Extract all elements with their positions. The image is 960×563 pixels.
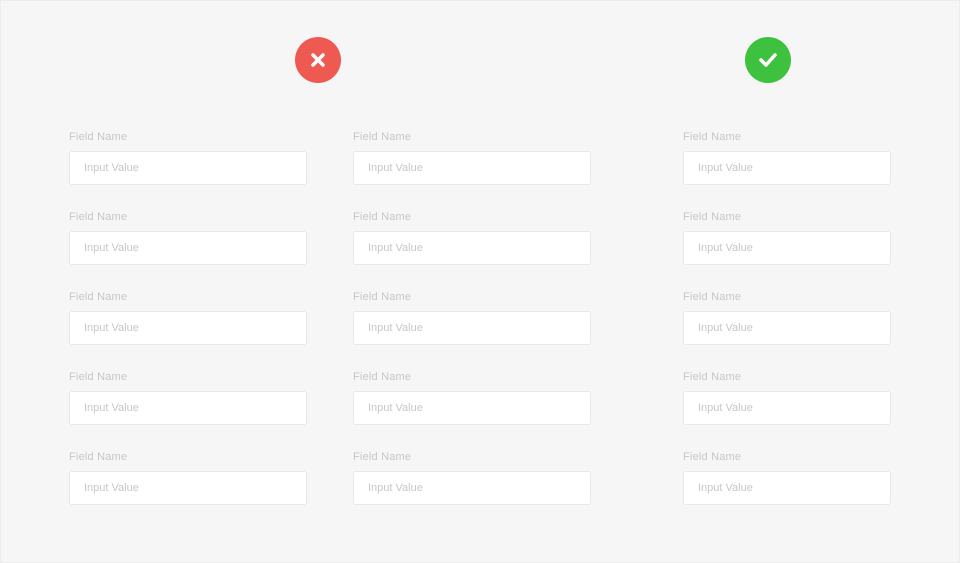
form-field: Field Name <box>683 451 891 505</box>
field-label: Field Name <box>683 211 891 223</box>
badge-slot-left <box>73 37 563 83</box>
form-field: Field Name <box>353 451 591 505</box>
field-input[interactable] <box>683 311 891 345</box>
field-label: Field Name <box>353 131 591 143</box>
form-field: Field Name <box>683 211 891 265</box>
badge-row <box>69 37 891 83</box>
field-label: Field Name <box>69 371 307 383</box>
field-label: Field Name <box>683 371 891 383</box>
column-2: Field Name Field Name Field Name Field N… <box>353 131 591 505</box>
form-field: Field Name <box>353 131 591 185</box>
field-input[interactable] <box>353 231 591 265</box>
form-field: Field Name <box>69 371 307 425</box>
form-field: Field Name <box>353 371 591 425</box>
field-label: Field Name <box>683 291 891 303</box>
column-3: Field Name Field Name Field Name Field N… <box>683 131 891 505</box>
bad-example-group: Field Name Field Name Field Name Field N… <box>69 131 591 505</box>
field-input[interactable] <box>683 151 891 185</box>
form-field: Field Name <box>683 131 891 185</box>
canvas: Field Name Field Name Field Name Field N… <box>1 1 959 562</box>
form-field: Field Name <box>69 211 307 265</box>
field-label: Field Name <box>683 451 891 463</box>
cross-icon <box>295 37 341 83</box>
form-field: Field Name <box>353 211 591 265</box>
field-input[interactable] <box>683 231 891 265</box>
field-label: Field Name <box>69 291 307 303</box>
field-label: Field Name <box>683 131 891 143</box>
field-input[interactable] <box>69 151 307 185</box>
form-field: Field Name <box>683 291 891 345</box>
field-label: Field Name <box>69 131 307 143</box>
form-field: Field Name <box>69 131 307 185</box>
field-label: Field Name <box>353 291 591 303</box>
field-input[interactable] <box>683 471 891 505</box>
badge-slot-right <box>649 37 887 83</box>
field-input[interactable] <box>353 471 591 505</box>
field-input[interactable] <box>69 231 307 265</box>
field-label: Field Name <box>353 371 591 383</box>
field-input[interactable] <box>69 391 307 425</box>
column-1: Field Name Field Name Field Name Field N… <box>69 131 307 505</box>
frame: Field Name Field Name Field Name Field N… <box>0 0 960 563</box>
form-field: Field Name <box>683 371 891 425</box>
check-icon <box>745 37 791 83</box>
form-field: Field Name <box>69 291 307 345</box>
field-label: Field Name <box>69 451 307 463</box>
form-field: Field Name <box>69 451 307 505</box>
field-input[interactable] <box>69 311 307 345</box>
field-input[interactable] <box>683 391 891 425</box>
field-label: Field Name <box>353 211 591 223</box>
field-input[interactable] <box>353 391 591 425</box>
field-label: Field Name <box>353 451 591 463</box>
columns: Field Name Field Name Field Name Field N… <box>69 131 891 505</box>
field-input[interactable] <box>69 471 307 505</box>
field-input[interactable] <box>353 151 591 185</box>
field-label: Field Name <box>69 211 307 223</box>
field-input[interactable] <box>353 311 591 345</box>
form-field: Field Name <box>353 291 591 345</box>
